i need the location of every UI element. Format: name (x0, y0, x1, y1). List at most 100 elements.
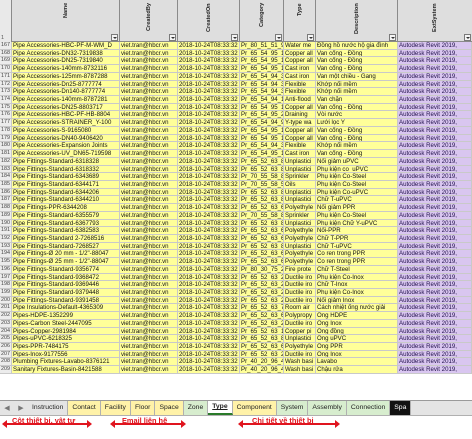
table-row[interactable]: 181 Pipe Accessories-UV_DN65-719598 viet.t… (0, 150, 472, 158)
cell-created-by[interactable]: viet.tran@hbcr.vn (120, 343, 178, 350)
cell-name[interactable]: Pipe Accessories-140mm-8732116 (12, 65, 120, 72)
cell-description[interactable]: Khớp nối mềm (316, 142, 398, 150)
cell-category[interactable]: Pr_65_54_95_15 (240, 126, 284, 134)
cell-type[interactable]: Unplastici (284, 335, 316, 343)
cell-type[interactable]: Oils (284, 180, 316, 188)
tab-connection[interactable]: Connection (346, 400, 391, 415)
cell-name[interactable]: Pipe Accessories-S-9165080 (12, 126, 120, 134)
cell-name[interactable]: Sanitary Fixtures-Basin-8421588 (12, 366, 120, 373)
column-header-category[interactable]: Category (240, 0, 284, 42)
cell-created-on[interactable]: 2018-10-24T08:33:32 (178, 289, 240, 296)
tab-instruction[interactable]: Instruction (28, 400, 69, 415)
cell-ext-system[interactable]: Autodesk Revit 2019, (398, 150, 472, 157)
filter-dropdown-icon[interactable] (464, 34, 471, 41)
cell-description[interactable]: Phụ kiện Co-Steel (316, 173, 398, 180)
cell-description[interactable]: Phụ kiện Chữ Y-uPVC (316, 219, 398, 227)
row-number-header[interactable]: 1 (0, 0, 12, 42)
cell-category[interactable]: Pr_65_52_63_17 (240, 327, 284, 335)
cell-ext-system[interactable]: Autodesk Revit 2019, (398, 273, 472, 281)
cell-category[interactable]: Pr_65_52_63_65 (240, 204, 284, 211)
cell-created-on[interactable]: 2018-10-24T08:33:32 (178, 327, 240, 335)
tab-type[interactable]: Type (208, 400, 233, 415)
cell-category[interactable]: Pr_65_54_94_30 (240, 88, 284, 96)
cell-category[interactable]: Pr_65_52_63_65 (240, 250, 284, 258)
cell-created-on[interactable]: 2018-10-24T08:33:32 (178, 304, 240, 312)
row-number[interactable]: 170 (0, 65, 12, 72)
row-number[interactable]: 206 (0, 343, 12, 350)
cell-category[interactable]: Pr_65_52_63_20 (240, 319, 284, 327)
cell-category[interactable]: Pr_65_54_95_15 (240, 49, 284, 57)
row-number[interactable]: 207 (0, 350, 12, 358)
cell-type[interactable]: Cast iron (284, 65, 316, 72)
cell-created-on[interactable]: 2018-10-24T08:33:32 (178, 211, 240, 219)
cell-description[interactable]: Chữ T-PPR (316, 234, 398, 242)
tab-scroll-right-icon[interactable]: ▶ (14, 401, 28, 416)
cell-category[interactable]: Pr_65_54_94_96 (240, 119, 284, 126)
tab-spa[interactable]: Spa (390, 400, 412, 415)
cell-created-on[interactable]: 2018-10-24T08:33:32 (178, 196, 240, 204)
cell-created-on[interactable]: 2018-10-24T08:33:32 (178, 343, 240, 350)
cell-category[interactable]: Pr_65_54_95_16 (240, 150, 284, 157)
cell-ext-system[interactable]: Autodesk Revit 2019, (398, 65, 472, 72)
cell-created-by[interactable]: viet.tran@hbcr.vn (120, 72, 178, 80)
table-row[interactable]: 199 Pipe Fittings-Standard-9379448 viet.tr… (0, 289, 472, 297)
row-number[interactable]: 173 (0, 88, 12, 96)
cell-created-on[interactable]: 2018-10-24T08:33:32 (178, 111, 240, 119)
table-row[interactable]: 196 Pipe Fittings-Standard-9356774 viet.tr… (0, 265, 472, 274)
cell-created-on[interactable]: 2018-10-24T08:33:32 (178, 188, 240, 196)
cell-description[interactable]: Đồng hồ nước hộ gia đình (316, 42, 398, 49)
table-row[interactable]: 200 Pipe Fittings-Standard-9391458 viet.tr… (0, 296, 472, 305)
filter-dropdown-icon[interactable] (231, 34, 238, 41)
cell-type[interactable]: Copper pi (284, 327, 316, 335)
cell-description[interactable]: Khớp nối mềm (316, 80, 398, 88)
tab-facility[interactable]: Facility (100, 400, 131, 415)
cell-created-by[interactable]: viet.tran@hbcr.vn (120, 227, 178, 234)
cell-name[interactable]: Pipe Accessories-Expansion Joints (12, 142, 120, 150)
cell-category[interactable]: Pr_65_54_94_30 (240, 142, 284, 150)
cell-category[interactable]: Pr_65_54_95_16 (240, 65, 284, 72)
row-number[interactable]: 168 (0, 49, 12, 57)
cell-name[interactable]: Pipe Fittings-Standard-6382583 (12, 227, 120, 234)
column-header-createdby[interactable]: CreatedBy (120, 0, 178, 42)
cell-ext-system[interactable]: Autodesk Revit 2019, (398, 42, 472, 49)
cell-description[interactable]: Phụ kiện Co-Steel (316, 180, 398, 188)
row-number[interactable]: 196 (0, 265, 12, 273)
cell-ext-system[interactable]: Autodesk Revit 2019, (398, 343, 472, 350)
row-number[interactable]: 203 (0, 319, 12, 327)
cell-type[interactable]: Polyethyle (284, 343, 316, 350)
cell-created-on[interactable]: 2018-10-24T08:33:32 (178, 150, 240, 157)
cell-type[interactable]: Anti-flood (284, 96, 316, 103)
cell-created-on[interactable]: 2018-10-24T08:33:32 (178, 65, 240, 72)
cell-type[interactable]: Copper all (284, 49, 316, 57)
cell-type[interactable]: Flexible (284, 88, 316, 96)
cell-type[interactable]: Unplastici (284, 242, 316, 250)
cell-created-on[interactable]: 2018-10-24T08:33:32 (178, 296, 240, 304)
cell-created-by[interactable]: viet.tran@hbcr.vn (120, 142, 178, 150)
table-row[interactable]: 191 Pipe Fittings-Standard-6382583 viet.tr… (0, 227, 472, 235)
row-number[interactable]: 202 (0, 312, 12, 319)
row-number[interactable]: 199 (0, 289, 12, 296)
cell-name[interactable]: Pipe Fittings-Standard-6318332 (12, 165, 120, 173)
row-number[interactable]: 179 (0, 134, 12, 142)
cell-description[interactable]: Nối giảm Inox (316, 296, 398, 304)
row-number[interactable]: 209 (0, 366, 12, 373)
cell-category[interactable]: Pr_65_52_63_87 (240, 157, 284, 165)
cell-description[interactable]: Van một chiều - Gang (316, 72, 398, 80)
table-row[interactable]: 189 Pipe Fittings-Standard-6355579 viet.tr… (0, 211, 472, 220)
cell-name[interactable]: Pipe Fittings-Standard-9379448 (12, 289, 120, 296)
cell-created-on[interactable]: 2018-10-24T08:33:32 (178, 242, 240, 250)
tab-space[interactable]: Space (155, 400, 184, 415)
cell-created-by[interactable]: viet.tran@hbcr.vn (120, 188, 178, 196)
table-row[interactable]: 180 Pipe Accessories-Expansion Joints viet… (0, 142, 472, 151)
table-row[interactable]: 188 Pipe Fittings-PPR-6344208 viet.tran@hb… (0, 204, 472, 212)
cell-created-by[interactable]: viet.tran@hbcr.vn (120, 173, 178, 180)
cell-category[interactable]: Pr_80_30_75_29 (240, 265, 284, 273)
cell-created-by[interactable]: viet.tran@hbcr.vn (120, 219, 178, 227)
cell-category[interactable]: Pr_65_52_63_87 (240, 335, 284, 343)
cell-ext-system[interactable]: Autodesk Revit 2019, (398, 111, 472, 119)
row-number[interactable]: 178 (0, 126, 12, 134)
cell-created-on[interactable]: 2018-10-24T08:33:32 (178, 134, 240, 142)
table-row[interactable]: 173 Pipe Accessories-Dn140-8777774 viet.tr… (0, 88, 472, 97)
cell-description[interactable]: Van chặn (316, 96, 398, 103)
table-row[interactable]: 171 Pipe Accessories-125mm-8787288 viet.tr… (0, 72, 472, 81)
